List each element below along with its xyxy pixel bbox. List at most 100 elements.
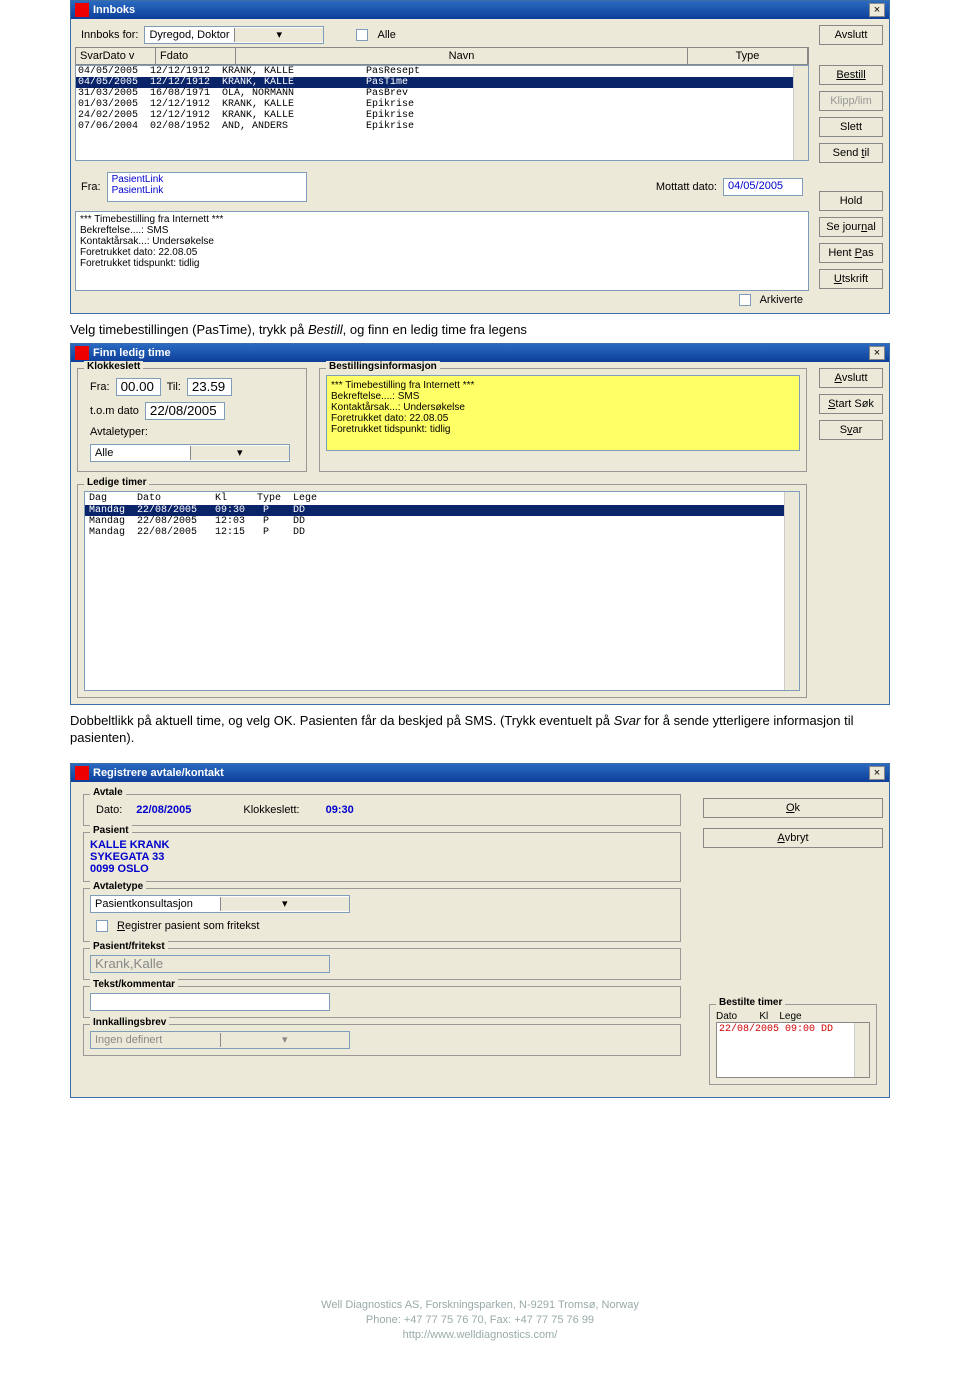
prose-1: Velg timebestillingen (PasTime), trykk p… <box>70 318 890 343</box>
close-icon[interactable]: × <box>869 346 885 360</box>
innk-group: Innkallingsbrev Ingen definert▾ <box>83 1024 681 1056</box>
til-input[interactable] <box>187 378 232 396</box>
avtaletype-combo[interactable]: Pasientkonsultasjon▾ <box>90 895 350 913</box>
inbox-for-combo[interactable]: Dyregod, Doktor▾ <box>144 26 324 44</box>
sejournal-button[interactable]: Se journal <box>819 217 883 237</box>
col-svardato[interactable]: SvarDato v <box>76 48 156 64</box>
avtale-group: Avtale Dato: 22/08/2005 Klokkeslett: 09:… <box>83 794 681 826</box>
tom-label: t.o.m dato <box>90 405 139 417</box>
bestill-button[interactable]: Bestill <box>819 65 883 85</box>
chevron-down-icon: ▾ <box>220 1033 350 1047</box>
utskrift-button[interactable]: Utskrift <box>819 269 883 289</box>
ledige-group: Ledige timer Dag Dato Kl Type Lege Manda… <box>77 484 807 698</box>
col-type[interactable]: Type <box>688 48 808 64</box>
inbox-titlebar: Innboks × <box>71 1 889 19</box>
all-checkbox[interactable] <box>356 29 368 41</box>
tekst-input[interactable] <box>90 993 330 1011</box>
scrollbar[interactable] <box>784 492 799 690</box>
prose-2: Dobbeltlikk på aktuell time, og velg OK.… <box>70 709 890 751</box>
tom-input[interactable] <box>145 402 225 420</box>
table-row[interactable]: 04/05/2005 12/12/1912 KRANK, KALLE PasRe… <box>76 66 808 77</box>
arkiverte-checkbox[interactable] <box>739 294 751 306</box>
slett-button[interactable]: Slett <box>819 117 883 137</box>
innk-combo: Ingen definert▾ <box>90 1031 350 1049</box>
mottatt-label: Mottatt dato: <box>656 181 717 193</box>
close-icon[interactable]: × <box>869 766 885 780</box>
fra-label: Fra: <box>90 381 110 393</box>
avtaletype-group: Avtaletype Pasientkonsultasjon▾ Registre… <box>83 888 681 942</box>
fra-input[interactable] <box>116 378 161 396</box>
pasient-addr: SYKEGATA 33 <box>90 851 674 863</box>
kl-value: 09:30 <box>326 804 354 816</box>
col-fdato[interactable]: Fdato <box>156 48 236 64</box>
find-time-window: Finn ledig time × Klokkeslett Fra: Til: … <box>70 343 890 705</box>
inbox-window: Innboks × Innboks for: Dyregod, Doktor▾ … <box>70 0 890 314</box>
pasient-name: KALLE KRANK <box>90 839 674 851</box>
scrollbar[interactable] <box>793 66 808 160</box>
scrollbar[interactable] <box>854 1023 869 1077</box>
table-row[interactable]: 07/06/2004 02/08/1952 AND, ANDERS Epikri… <box>76 121 808 132</box>
table-row[interactable]: Mandag 22/08/2005 09:30 P DD <box>85 505 799 516</box>
inbox-detail: *** Timebestilling fra Internett *** Bek… <box>75 211 809 291</box>
inbox-for-label: Innboks for: <box>81 29 138 41</box>
flt-sidebar: Avslutt Start Søk Svar <box>813 362 889 704</box>
til-label: Til: <box>167 381 181 393</box>
table-row[interactable]: 31/03/2005 16/08/1971 OLA, NORMANN PasBr… <box>76 88 808 99</box>
fra-label: Fra: <box>81 181 101 193</box>
reg-titlebar: Registrere avtale/kontakt × <box>71 764 889 782</box>
start-sok-button[interactable]: Start Søk <box>819 394 883 414</box>
avtaletyper-combo[interactable]: Alle▾ <box>90 444 290 462</box>
avbryt-button[interactable]: Avbryt <box>703 828 883 848</box>
page-footer: Well Diagnostics AS, Forskningsparken, N… <box>70 1298 890 1344</box>
app-icon <box>75 346 89 360</box>
inbox-title: Innboks <box>93 4 135 16</box>
fra-field: PasientLink PasientLink <box>107 172 307 202</box>
chevron-down-icon[interactable]: ▾ <box>220 897 350 911</box>
regfri-checkbox[interactable] <box>96 920 108 932</box>
arkiverte-label: Arkiverte <box>760 294 803 306</box>
inbox-column-headers: SvarDato v Fdato Navn Type <box>75 47 809 65</box>
inbox-sidebar: Avslutt Bestill Klipp/lim Slett Send til… <box>813 19 889 313</box>
chevron-down-icon[interactable]: ▾ <box>234 28 324 42</box>
reg-title: Registrere avtale/kontakt <box>93 767 224 779</box>
table-row[interactable]: Mandag 22/08/2005 12:03 P DD <box>85 516 799 527</box>
kl-label: Klokkeslett: <box>243 804 299 816</box>
pasfri-input <box>90 955 330 973</box>
app-icon <box>75 766 89 780</box>
flt-titlebar: Finn ledig time × <box>71 344 889 362</box>
close-icon[interactable]: × <box>869 3 885 17</box>
bestilte-group: Bestilte timer Dato Kl Lege 22/08/2005 0… <box>709 1004 877 1085</box>
inbox-list[interactable]: 04/05/2005 12/12/1912 KRANK, KALLE PasRe… <box>75 65 809 161</box>
bestilte-list[interactable]: 22/08/2005 09:00 DD <box>716 1022 870 1078</box>
col-navn[interactable]: Navn <box>236 48 688 64</box>
ok-button[interactable]: Ok <box>703 798 883 818</box>
klipp-button: Klipp/lim <box>819 91 883 111</box>
chevron-down-icon[interactable]: ▾ <box>190 446 290 460</box>
table-row[interactable]: 01/03/2005 12/12/1912 KRANK, KALLE Epikr… <box>76 99 808 110</box>
app-icon <box>75 3 89 17</box>
pasient-group: Pasient KALLE KRANK SYKEGATA 33 0099 OSL… <box>83 832 681 882</box>
tekst-group: Tekst/kommentar <box>83 986 681 1018</box>
hentpas-button[interactable]: Hent Pas <box>819 243 883 263</box>
dato-value: 22/08/2005 <box>136 804 191 816</box>
all-label: Alle <box>377 29 395 41</box>
dato-label: Dato: <box>96 804 122 816</box>
regfri-label: Registrer pasient som fritekst <box>117 920 259 932</box>
pasfri-group: Pasient/fritekst <box>83 948 681 980</box>
avslutt-button[interactable]: Avslutt <box>819 25 883 45</box>
avslutt-button[interactable]: Avslutt <box>819 368 883 388</box>
table-row[interactable]: 04/05/2005 12/12/1912 KRANK, KALLE PasTi… <box>76 77 808 88</box>
ledige-list[interactable]: Dag Dato Kl Type Lege Mandag 22/08/2005 … <box>84 491 800 691</box>
register-window: Registrere avtale/kontakt × Avtale Dato:… <box>70 763 890 1098</box>
flt-title: Finn ledig time <box>93 347 171 359</box>
table-row[interactable]: 24/02/2005 12/12/1912 KRANK, KALLE Epikr… <box>76 110 808 121</box>
avtaletyper-label: Avtaletyper: <box>90 426 148 438</box>
table-row[interactable]: Mandag 22/08/2005 12:15 P DD <box>85 527 799 538</box>
sendtil-button[interactable]: Send til <box>819 143 883 163</box>
bestinfo-group: Bestillingsinformasjon *** Timebestillin… <box>319 368 807 472</box>
hold-button[interactable]: Hold <box>819 191 883 211</box>
pasient-city: 0099 OSLO <box>90 863 674 875</box>
bestinfo-text: *** Timebestilling fra Internett *** Bek… <box>326 375 800 451</box>
svar-button[interactable]: Svar <box>819 420 883 440</box>
klokkeslett-group: Klokkeslett Fra: Til: t.o.m dato Avtalet… <box>77 368 307 472</box>
